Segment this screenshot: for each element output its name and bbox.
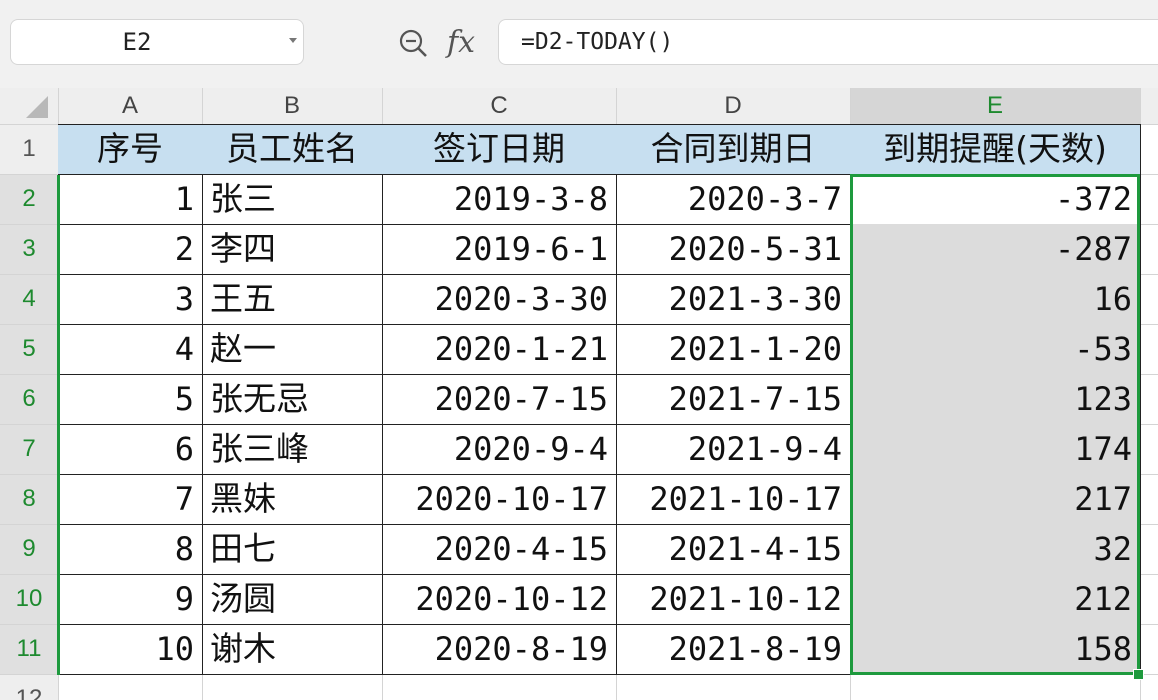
cell-expiry-date[interactable]: 2021-3-30 xyxy=(616,274,851,325)
cell-sign-date[interactable]: 2020-10-12 xyxy=(382,574,617,625)
cell-days-remaining[interactable]: 174 xyxy=(850,424,1141,475)
cell-expiry-date[interactable]: 2021-1-20 xyxy=(616,324,851,375)
formula-input[interactable]: =D2-TODAY() xyxy=(498,19,1158,65)
cell-days-remaining[interactable]: -372 xyxy=(850,174,1141,225)
cell-seq[interactable]: 1 xyxy=(58,174,203,225)
cell-name[interactable]: 赵一 xyxy=(202,324,383,375)
row-header-12[interactable]: 12 xyxy=(0,674,58,700)
formula-bar: E2 fx =D2-TODAY() xyxy=(0,0,1158,88)
cell-seq[interactable]: 5 xyxy=(58,374,203,425)
row-header-8[interactable]: 8 xyxy=(0,474,58,524)
cell-expiry-date[interactable]: 2020-3-7 xyxy=(616,174,851,225)
formula-text: =D2-TODAY() xyxy=(521,29,674,55)
cell-seq[interactable]: 10 xyxy=(58,624,203,675)
column-header-a[interactable]: A xyxy=(58,88,202,124)
row-header-2[interactable]: 2 xyxy=(0,174,58,224)
cell-seq[interactable]: 7 xyxy=(58,474,203,525)
cell-days-remaining[interactable]: -53 xyxy=(850,324,1141,375)
row-header-7[interactable]: 7 xyxy=(0,424,58,474)
cell-days-remaining[interactable]: 16 xyxy=(850,274,1141,325)
spreadsheet-grid: ABCDE 1 2 3 4 5 6 7 8 9 10 11 12 序号 员工姓名 签订日期 合同到期日 到期提… xyxy=(0,88,1158,700)
column-header-b[interactable]: B xyxy=(202,88,382,124)
cell-days-remaining[interactable]: 158 xyxy=(850,624,1141,675)
cell-seq[interactable]: 2 xyxy=(58,224,203,275)
cell-sign-date[interactable]: 2020-7-15 xyxy=(382,374,617,425)
cell-expiry-date[interactable]: 2021-7-15 xyxy=(616,374,851,425)
header-cell-sign-date[interactable]: 签订日期 xyxy=(382,124,617,175)
cell-days-remaining[interactable]: 212 xyxy=(850,574,1141,625)
header-cell-seq[interactable]: 序号 xyxy=(58,124,203,175)
cell-name[interactable]: 王五 xyxy=(202,274,383,325)
column-header-d[interactable]: D xyxy=(616,88,850,124)
cell-name[interactable]: 田七 xyxy=(202,524,383,575)
cell-expiry-date[interactable]: 2021-4-15 xyxy=(616,524,851,575)
cell-name[interactable]: 张无忌 xyxy=(202,374,383,425)
cell-sign-date[interactable]: 2020-10-17 xyxy=(382,474,617,525)
row-header-10[interactable]: 10 xyxy=(0,574,58,624)
row-header-6[interactable]: 6 xyxy=(0,374,58,424)
cell-sign-date[interactable]: 2020-8-19 xyxy=(382,624,617,675)
cell-expiry-date[interactable]: 2021-10-17 xyxy=(616,474,851,525)
cell-sign-date[interactable]: 2019-3-8 xyxy=(382,174,617,225)
cell-sign-date[interactable]: 2020-4-15 xyxy=(382,524,617,575)
column-header-e[interactable]: E xyxy=(850,88,1140,124)
cell-name[interactable]: 张三峰 xyxy=(202,424,383,475)
fx-icon[interactable]: fx xyxy=(447,24,475,62)
header-cell-name[interactable]: 员工姓名 xyxy=(202,124,383,175)
cell-expiry-date[interactable]: 2020-5-31 xyxy=(616,224,851,275)
header-cell-days-remaining[interactable]: 到期提醒(天数) xyxy=(850,124,1141,175)
cell-seq[interactable]: 9 xyxy=(58,574,203,625)
table-top-border xyxy=(58,124,1140,125)
row-header-5[interactable]: 5 xyxy=(0,324,58,374)
cell-seq[interactable]: 4 xyxy=(58,324,203,375)
cell-sign-date[interactable]: 2020-1-21 xyxy=(382,324,617,375)
fill-handle[interactable] xyxy=(1133,669,1144,680)
cell-expiry-date[interactable]: 2021-9-4 xyxy=(616,424,851,475)
row-selection-edge xyxy=(57,175,60,675)
name-box[interactable]: E2 xyxy=(10,19,304,65)
row-header-11[interactable]: 11 xyxy=(0,624,58,674)
cell-expiry-date[interactable]: 2021-10-12 xyxy=(616,574,851,625)
cell-days-remaining[interactable]: 123 xyxy=(850,374,1141,425)
cell-name[interactable]: 汤圆 xyxy=(202,574,383,625)
column-header-c[interactable]: C xyxy=(382,88,616,124)
cell-seq[interactable]: 8 xyxy=(58,524,203,575)
header-cell-expiry-date[interactable]: 合同到期日 xyxy=(616,124,851,175)
cell-days-remaining[interactable]: 217 xyxy=(850,474,1141,525)
cell-name[interactable]: 李四 xyxy=(202,224,383,275)
cell-name[interactable]: 谢木 xyxy=(202,624,383,675)
chevron-down-icon[interactable] xyxy=(289,38,297,43)
cell-expiry-date[interactable]: 2021-8-19 xyxy=(616,624,851,675)
cell-sign-date[interactable]: 2020-3-30 xyxy=(382,274,617,325)
row-header-9[interactable]: 9 xyxy=(0,524,58,574)
cell-name[interactable]: 黑妹 xyxy=(202,474,383,525)
cell-seq[interactable]: 6 xyxy=(58,424,203,475)
cell-days-remaining[interactable]: 32 xyxy=(850,524,1141,575)
cell-name[interactable]: 张三 xyxy=(202,174,383,225)
row-header-3[interactable]: 3 xyxy=(0,224,58,274)
cell-days-remaining[interactable]: -287 xyxy=(850,224,1141,275)
name-box-value: E2 xyxy=(122,28,152,56)
cell-sign-date[interactable]: 2020-9-4 xyxy=(382,424,617,475)
row-header-1[interactable]: 1 xyxy=(0,124,58,174)
zoom-out-icon[interactable] xyxy=(398,28,428,58)
cell-sign-date[interactable]: 2019-6-1 xyxy=(382,224,617,275)
select-all-icon[interactable] xyxy=(26,96,48,118)
row-header-4[interactable]: 4 xyxy=(0,274,58,324)
cell-seq[interactable]: 3 xyxy=(58,274,203,325)
